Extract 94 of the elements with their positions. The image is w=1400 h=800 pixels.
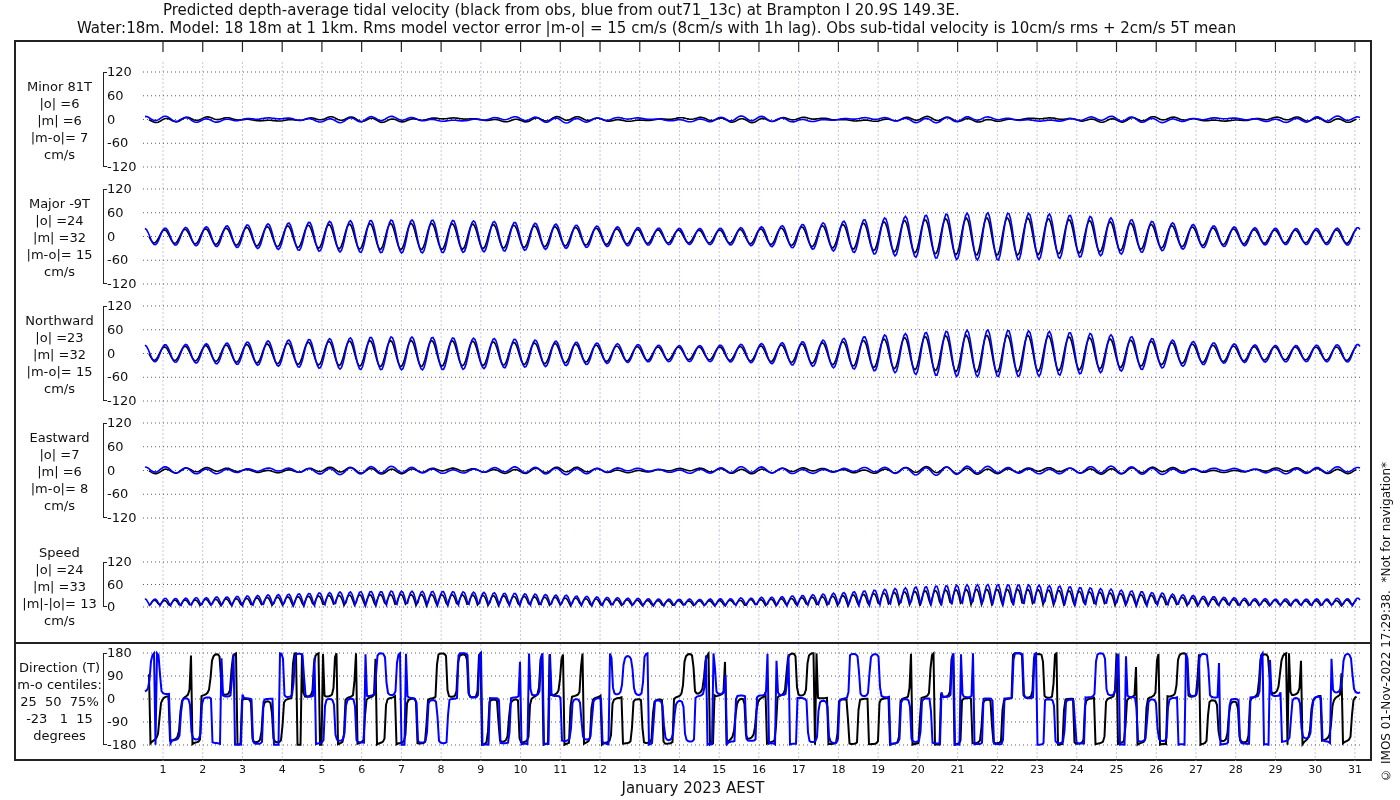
label-line: |o| =7 <box>39 446 80 463</box>
x-tick-label: 7 <box>397 763 405 776</box>
y-tick-label: 60 <box>107 577 125 592</box>
y-tick-label: 60 <box>107 439 125 454</box>
label-line: cm/s <box>44 497 75 514</box>
x-tick-label: 28 <box>1228 763 1243 776</box>
label-line: |m-o|= 15 <box>26 246 93 263</box>
y-tick-label: 120 <box>107 182 133 196</box>
label-line: cm/s <box>44 146 75 163</box>
y-tick-label: 0 <box>107 692 117 706</box>
x-tick-label: 5 <box>318 763 326 776</box>
x-tick-label: 10 <box>513 763 528 776</box>
y-tick-label: 120 <box>107 65 133 79</box>
label-line: |m|-|o|= 13 <box>22 594 97 612</box>
x-tick-label: 20 <box>910 763 925 776</box>
label-line: |o| =23 <box>35 329 84 346</box>
x-tick-label: 22 <box>990 763 1005 776</box>
chart-title: Water:18m. Model: 18 18m at 1 1km. Rms model vector error |m-o| = 15 cm/s (8cm/s with 1h lag). Obs sub-tidal velocity is 10cm/s rms + 2cm/s 5T mean <box>76 19 1238 37</box>
y-tick-label: 60 <box>107 88 125 103</box>
y-tick-label: -60 <box>107 487 130 502</box>
x-tick-label: 8 <box>437 763 445 776</box>
x-tick-label: 30 <box>1308 763 1323 776</box>
x-tick-label: 19 <box>871 763 886 776</box>
y-tick-label: 120 <box>107 299 133 313</box>
label-line: |m-o|= 15 <box>26 363 93 380</box>
x-tick-label: 21 <box>950 763 965 776</box>
y-tick-label: -180 <box>107 738 137 752</box>
label-line: Minor 81T <box>27 78 92 95</box>
y-tick-label: 60 <box>107 205 125 220</box>
x-tick-label: 2 <box>199 763 207 776</box>
y-tick-label: -90 <box>107 715 130 729</box>
y-axis-line <box>103 562 107 607</box>
label-line: |m| =6 <box>37 112 82 129</box>
label-line: degrees <box>33 727 86 744</box>
label-line: Speed <box>39 543 80 561</box>
x-tick-label: 29 <box>1268 763 1283 776</box>
x-tick-label: 23 <box>1030 763 1045 776</box>
label-line: cm/s <box>44 380 75 397</box>
label-line: |m-o|= 8 <box>30 480 89 497</box>
y-tick-label: -120 <box>107 277 137 291</box>
label-line: cm/s <box>44 611 75 629</box>
label-line: Eastward <box>29 429 90 446</box>
x-tick-label: 3 <box>238 763 246 776</box>
x-tick-label: 27 <box>1188 763 1203 776</box>
y-tick-label: 0 <box>107 229 117 244</box>
x-tick-label: 16 <box>751 763 766 776</box>
x-tick-label: 14 <box>672 763 687 776</box>
label-line: Direction (T) <box>19 659 100 676</box>
y-tick-label: -60 <box>107 370 130 385</box>
x-tick-label: 15 <box>712 763 727 776</box>
y-tick-label: 120 <box>107 555 132 569</box>
x-tick-label: 6 <box>358 763 366 776</box>
copyright-note: © IMOS 01-Nov-2022 17:29:38. *Not for navigation* <box>1379 462 1393 782</box>
label-line: |m| =6 <box>37 463 82 480</box>
label-line: 25 50 75% <box>20 693 99 710</box>
x-tick-label: 4 <box>278 763 286 776</box>
y-tick-label: -60 <box>107 136 130 151</box>
y-tick-label: 0 <box>107 600 117 614</box>
label-line: |m| =32 <box>33 346 86 363</box>
x-tick-label: 12 <box>593 763 607 776</box>
label-line: |m| =32 <box>33 229 86 246</box>
label-line: |o| =6 <box>39 95 80 112</box>
x-tick-label: 13 <box>632 763 647 776</box>
x-tick-label: 26 <box>1149 763 1164 776</box>
label-line: |m-o|= 7 <box>30 129 89 146</box>
y-tick-label: 60 <box>107 322 125 337</box>
label-line: m-o centiles: <box>17 676 102 693</box>
x-tick-label: 24 <box>1069 763 1084 776</box>
label-line: |m| =33 <box>33 577 86 595</box>
x-tick-label: 1 <box>159 763 167 776</box>
x-tick-label: 18 <box>831 763 846 776</box>
y-tick-label: 90 <box>107 669 125 683</box>
y-tick-label: 0 <box>107 463 117 478</box>
x-tick-label: 17 <box>791 763 806 776</box>
label-line: Major -9T <box>28 195 91 212</box>
y-tick-label: 120 <box>107 416 133 430</box>
x-tick-label: 25 <box>1109 763 1124 776</box>
label-line: |o| =24 <box>35 560 84 578</box>
label-line: Northward <box>25 312 94 329</box>
y-tick-label: 0 <box>107 346 117 361</box>
y-tick-label: -120 <box>107 160 137 174</box>
y-tick-label: -120 <box>107 511 137 525</box>
y-tick-label: 0 <box>107 112 117 127</box>
chart-title: Predicted depth-average tidal velocity (black from obs, blue from out71_13c) at Brampton I 20.9S 149.3E. <box>162 1 961 19</box>
x-tick-label: 11 <box>553 763 568 776</box>
y-tick-label: -120 <box>107 394 137 408</box>
y-tick-label: 180 <box>107 646 133 660</box>
y-tick-label: -60 <box>107 253 130 268</box>
x-tick-label: 9 <box>477 763 485 776</box>
x-tick-label: 31 <box>1347 763 1362 776</box>
label-line: |o| =24 <box>35 212 84 229</box>
label-line: cm/s <box>44 263 75 280</box>
x-axis-label: January 2023 AEST <box>621 779 765 797</box>
label-line: -23 1 15 <box>26 710 93 727</box>
